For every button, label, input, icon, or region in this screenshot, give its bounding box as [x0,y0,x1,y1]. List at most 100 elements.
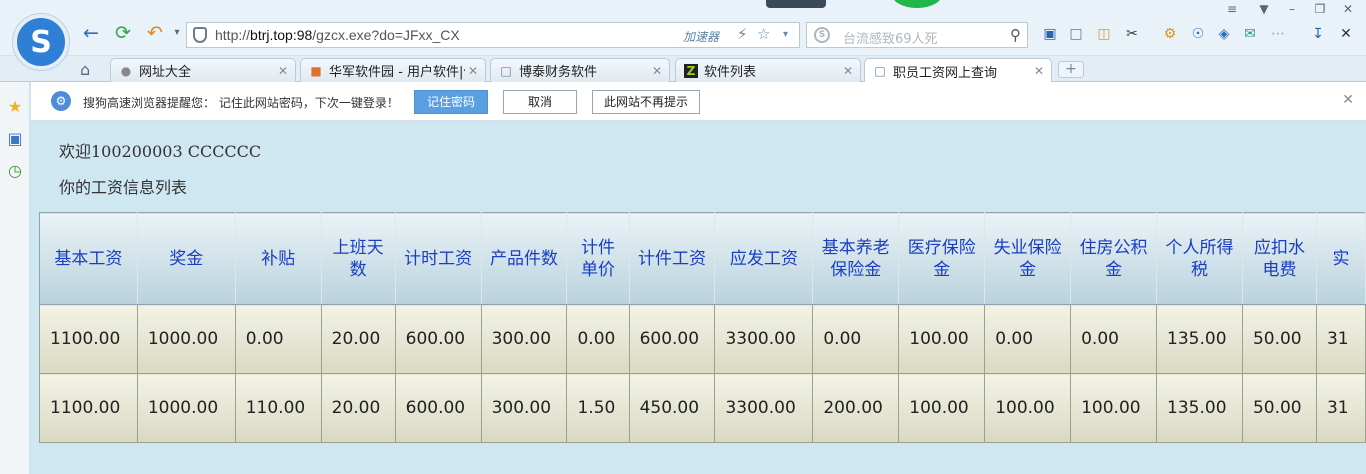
accelerator-label[interactable]: 加速器 [683,28,719,45]
table-cell: 31 [1315,373,1366,443]
header-base-salary: 基本工资 [39,212,138,305]
tab-software-list[interactable]: Z 软件列表 ✕ [675,58,861,82]
never-remind-button[interactable]: 此网站不再提示 [592,90,700,114]
tab-botai[interactable]: □ 博泰财务软件 ✕ [490,58,670,82]
table-cell: 600.00 [628,304,716,374]
cart-icon[interactable]: ☉ [1188,24,1208,44]
table-cell: 50.00 [1241,373,1317,443]
header-housing-fund: 住房公积金 [1070,212,1158,305]
table-cell: 300.00 [480,304,568,374]
header-piece-rate: 计件单价 [566,212,630,305]
header-income-tax: 个人所得税 [1156,212,1243,305]
table-row: 1100.00 1000.00 0.00 20.00 600.00 300.00… [39,304,1366,374]
table-cell: 3300.00 [714,304,814,374]
table-cell: 100.00 [984,373,1072,443]
page-content: 欢迎100200003 CCCCCC 你的工资信息列表 基本工资 奖金 补贴 上… [31,122,1366,474]
header-allowance: 补贴 [234,212,322,305]
header-medical: 医疗保险金 [898,212,986,305]
floating-widget [891,0,943,8]
tab-close-icon[interactable]: ✕ [465,64,481,78]
tab-bar: ⌂ ● 网址大全 ✕ ■ 华军软件园 - 用户软件|作 ✕ □ 博泰财务软件 ✕… [0,56,1366,83]
restore-icon[interactable]: ❐ [1310,1,1330,17]
table-header-row: 基本工资 奖金 补贴 上班天数 计时工资 产品件数 计件单价 计件工资 应发工资… [39,212,1366,305]
search-input[interactable]: 台流感致69人死 [843,28,938,47]
huajun-icon: ■ [310,63,322,78]
search-engine-icon[interactable]: S [814,27,830,43]
table-cell: 300.00 [480,373,568,443]
url-text[interactable]: http://btrj.top:98/gzcx.exe?do=JFxx_CX [215,27,460,43]
notification-message: 搜狗高速浏览器提醒您： 记住此网站密码，下次一键登录！ [83,96,399,110]
globe-icon: ● [120,63,132,78]
table-cell: 600.00 [394,373,482,443]
tab-salary-query[interactable]: □ 职员工资网上查询 ✕ [864,58,1052,83]
table-cell: 0.00 [234,304,322,374]
key-icon[interactable]: ⚙ [1160,24,1180,44]
file-export-icon[interactable]: ◫ [1094,24,1114,44]
table-cell: 0.00 [812,304,900,374]
salary-table: 基本工资 奖金 补贴 上班天数 计时工资 产品件数 计件单价 计件工资 应发工资… [39,212,1366,443]
tab-huajun[interactable]: ■ 华军软件园 - 用户软件|作 ✕ [300,58,486,82]
table-cell: 50.00 [1241,304,1317,374]
home-icon[interactable]: ⌂ [80,60,90,79]
table-cell: 31 [1315,304,1366,374]
page-title: 你的工资信息列表 [59,178,188,197]
header-gross-salary: 应发工资 [714,212,814,305]
refresh-icon[interactable]: ⟳ [112,22,134,44]
shield-ext-icon[interactable]: ▣ [1040,24,1060,44]
close-icon[interactable]: ✕ [1342,92,1354,108]
scissors-icon[interactable]: ✂ [1122,24,1142,44]
protect-icon[interactable]: ◈ [1214,24,1234,44]
mail-icon[interactable]: ✉ [1240,24,1260,44]
favorites-star-icon[interactable]: ★ [6,98,24,116]
download-icon[interactable]: ↧ [1308,24,1328,44]
table-cell: 1000.00 [136,304,236,374]
menu-icon[interactable]: ≡ [1222,1,1242,17]
close-window-icon[interactable]: ✕ [1338,1,1358,17]
address-bar[interactable]: http://btrj.top:98/gzcx.exe?do=JFxx_CX 加… [186,22,800,48]
header-piece-count: 产品件数 [480,212,568,305]
minimize-icon[interactable]: – [1282,1,1302,17]
table-cell: 100.00 [898,304,986,374]
skin-icon[interactable]: ▼ [1254,1,1274,17]
search-box[interactable]: S 台流感致69人死 ⚲ [806,22,1028,48]
table-cell: 1000.00 [136,373,236,443]
table-cell: 3300.00 [714,373,814,443]
remember-password-button[interactable]: 记住密码 [414,90,488,114]
header-pension: 基本养老保险金 [812,212,900,305]
table-cell: 100.00 [1070,373,1158,443]
undo-dropdown-icon[interactable]: ▾ [166,22,188,44]
new-tab-button[interactable]: + [1058,61,1084,78]
tools-icon[interactable]: ✕ [1336,24,1356,44]
search-icon[interactable]: ⚲ [1010,26,1021,44]
cancel-button[interactable]: 取消 [503,90,577,114]
table-cell: 20.00 [320,304,396,374]
page-icon: □ [874,64,886,78]
tab-close-icon[interactable]: ✕ [1031,64,1047,78]
address-dropdown-icon[interactable]: ▾ [783,29,788,40]
tab-close-icon[interactable]: ✕ [649,64,665,78]
undo-icon[interactable]: ↶ [144,22,166,44]
welcome-text: 欢迎100200003 CCCCCC [59,142,262,161]
header-bonus: 奖金 [136,212,236,305]
screenshot-icon[interactable]: □ [1066,24,1086,44]
back-arrow-icon[interactable]: ← [80,22,102,44]
sidebar: ★ ▣ ◷ [0,82,30,474]
table-cell: 450.00 [628,373,716,443]
lightning-icon[interactable]: ⚡ [737,25,748,43]
header-hourly-wage: 计时工资 [394,212,482,305]
reader-icon[interactable]: ▣ [6,130,24,148]
bookmark-star-icon[interactable]: ☆ [757,25,770,43]
more-icon[interactable]: ⋯ [1268,24,1288,44]
tab-url-directory[interactable]: ● 网址大全 ✕ [110,58,296,82]
tab-close-icon[interactable]: ✕ [275,64,291,78]
history-clock-icon[interactable]: ◷ [6,162,24,180]
header-piece-wage: 计件工资 [628,212,716,305]
table-cell: 100.00 [898,373,986,443]
tab-close-icon[interactable]: ✕ [840,64,856,78]
sogou-logo[interactable]: S [13,14,69,70]
table-cell: 600.00 [394,304,482,374]
system-widget [766,0,826,8]
table-cell: 0.00 [1070,304,1158,374]
key-hint-icon: ⚙ [51,91,71,111]
table-cell: 110.00 [234,373,322,443]
